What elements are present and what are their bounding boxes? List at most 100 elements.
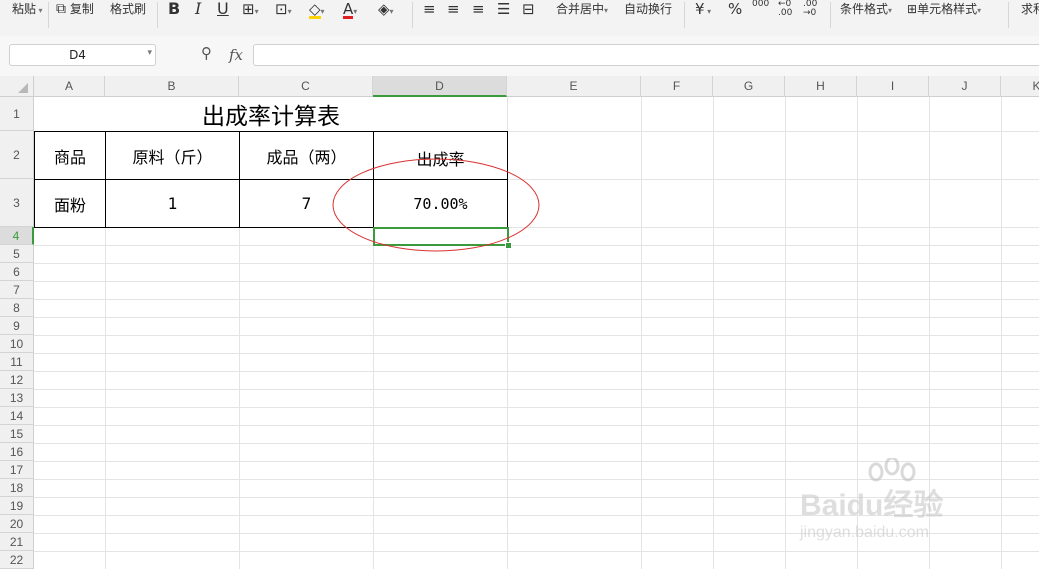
sum-button[interactable]: 求和 <box>1021 0 1039 18</box>
cell-c3[interactable]: 7 <box>240 180 373 227</box>
currency-button[interactable]: ¥ ▾ <box>695 0 711 18</box>
align-center-icon: ≡ <box>447 0 460 18</box>
gridline-horizontal <box>34 335 1039 336</box>
gridline-horizontal <box>34 245 1039 246</box>
column-header[interactable]: F <box>641 76 713 97</box>
wrap-text-button[interactable]: 自动换行 <box>624 0 672 18</box>
toolbar-divider <box>48 2 49 28</box>
italic-button[interactable]: I <box>195 0 201 18</box>
cell-c2[interactable]: 成品（两） <box>240 132 373 179</box>
cell-a3[interactable]: 面粉 <box>35 180 105 227</box>
paste-label: 粘贴 <box>12 2 37 16</box>
formula-input[interactable] <box>253 44 1039 66</box>
column-header[interactable]: E <box>507 76 641 97</box>
column-header[interactable]: J <box>929 76 1001 97</box>
select-all-corner[interactable] <box>0 76 34 97</box>
row-header[interactable]: 15 <box>0 425 34 443</box>
row-header[interactable]: 5 <box>0 245 34 263</box>
column-header[interactable]: H <box>785 76 857 97</box>
row-header[interactable]: 4 <box>0 227 34 245</box>
copy-label: 复制 <box>69 2 94 16</box>
toolbar-divider <box>684 2 685 28</box>
clear-format-button[interactable]: ◈▾ <box>378 0 394 18</box>
column-header[interactable]: C <box>239 76 373 97</box>
decrease-decimal-icon: .00 →0 <box>803 0 818 18</box>
row-header[interactable]: 17 <box>0 461 34 479</box>
gridline-horizontal <box>34 263 1039 264</box>
toolbar-divider <box>157 2 158 28</box>
row-header[interactable]: 10 <box>0 335 34 353</box>
row-header[interactable]: 13 <box>0 389 34 407</box>
cell-a2[interactable]: 商品 <box>35 132 105 179</box>
fx-icon[interactable]: fx <box>229 46 243 64</box>
align-left-icon: ≡ <box>423 0 436 18</box>
distribute-icon: ⊟ <box>522 0 535 18</box>
cell-d3[interactable]: 70.00% <box>374 180 507 227</box>
font-color-button[interactable]: A▾ <box>343 0 357 19</box>
merge-center-button[interactable]: 合并居中▾ <box>556 0 608 18</box>
row-header[interactable]: 18 <box>0 479 34 497</box>
gridline-horizontal <box>34 551 1039 552</box>
row-header[interactable]: 21 <box>0 533 34 551</box>
align-right-button[interactable]: ≡ <box>472 0 485 18</box>
italic-label: I <box>195 0 202 18</box>
cell-style-button[interactable]: ⊞单元格样式▾ <box>907 0 981 18</box>
copy-button[interactable]: ⧉ 复制 <box>56 0 94 18</box>
watermark-url: jingyan.baidu.com <box>800 524 929 541</box>
ribbon-toolbar: 粘贴 ▾ ⧉ 复制 格式刷 B I U ⊞▾ ⊡▾ ◇▾ A▾ ◈▾ ≡ ≡ ≡… <box>0 0 1039 37</box>
row-header[interactable]: 1 <box>0 97 34 131</box>
column-header[interactable]: I <box>857 76 929 97</box>
column-header[interactable]: G <box>713 76 785 97</box>
column-header[interactable]: A <box>34 76 105 97</box>
cell-d2[interactable]: 出成率 <box>374 134 507 181</box>
border-style-icon: ⊡ <box>275 0 288 18</box>
row-header[interactable]: 16 <box>0 443 34 461</box>
decrease-decimal-button[interactable]: .00 →0 <box>803 0 817 18</box>
distribute-button[interactable]: ⊟ <box>522 0 535 18</box>
sheet-title[interactable]: 出成率计算表 <box>34 97 508 131</box>
align-center-button[interactable]: ≡ <box>447 0 460 18</box>
justify-button[interactable]: ☰ <box>497 0 510 18</box>
thousands-separator-button[interactable]: 000 <box>752 0 769 18</box>
cell-style-label: 单元格样式 <box>917 2 978 16</box>
borders-button[interactable]: ⊞▾ <box>242 0 259 18</box>
gridline-horizontal <box>34 407 1039 408</box>
align-left-button[interactable]: ≡ <box>423 0 436 18</box>
fill-color-icon: ◇ <box>309 0 321 19</box>
row-header[interactable]: 12 <box>0 371 34 389</box>
row-header[interactable]: 22 <box>0 551 34 569</box>
row-header[interactable]: 2 <box>0 131 34 179</box>
column-header[interactable]: K <box>1001 76 1039 97</box>
bold-button[interactable]: B <box>168 0 180 18</box>
format-painter-label: 格式刷 <box>110 2 147 16</box>
row-header[interactable]: 11 <box>0 353 34 371</box>
row-header[interactable]: 20 <box>0 515 34 533</box>
cell-b3[interactable]: 1 <box>106 180 239 227</box>
cell-b2[interactable]: 原料（斤） <box>106 132 239 179</box>
justify-icon: ☰ <box>497 0 511 18</box>
row-header[interactable]: 8 <box>0 299 34 317</box>
increase-decimal-button[interactable]: ←0.00 <box>778 0 792 18</box>
fill-handle[interactable] <box>505 242 512 249</box>
percent-button[interactable]: % <box>728 0 742 18</box>
fill-color-button[interactable]: ◇▾ <box>309 0 325 19</box>
column-header[interactable]: B <box>105 76 239 97</box>
row-header[interactable]: 14 <box>0 407 34 425</box>
row-header[interactable]: 19 <box>0 497 34 515</box>
currency-label: ¥ <box>695 0 705 18</box>
name-box[interactable]: D4 ▾ <box>9 44 156 66</box>
underline-button[interactable]: U <box>217 0 229 18</box>
wrap-text-label: 自动换行 <box>624 2 673 16</box>
zoom-search-icon[interactable]: ⚲ <box>201 44 212 62</box>
column-header[interactable]: D <box>373 76 507 97</box>
row-header[interactable]: 6 <box>0 263 34 281</box>
active-cell-selection[interactable] <box>373 227 509 246</box>
row-header[interactable]: 7 <box>0 281 34 299</box>
border-style-button[interactable]: ⊡▾ <box>275 0 292 18</box>
row-header[interactable]: 3 <box>0 179 34 227</box>
format-painter-button[interactable]: 格式刷 <box>110 0 146 18</box>
row-header[interactable]: 9 <box>0 317 34 335</box>
gridline-vertical <box>713 97 714 569</box>
paste-button[interactable]: 粘贴 ▾ <box>12 0 43 18</box>
conditional-format-button[interactable]: 条件格式▾ <box>840 0 892 18</box>
